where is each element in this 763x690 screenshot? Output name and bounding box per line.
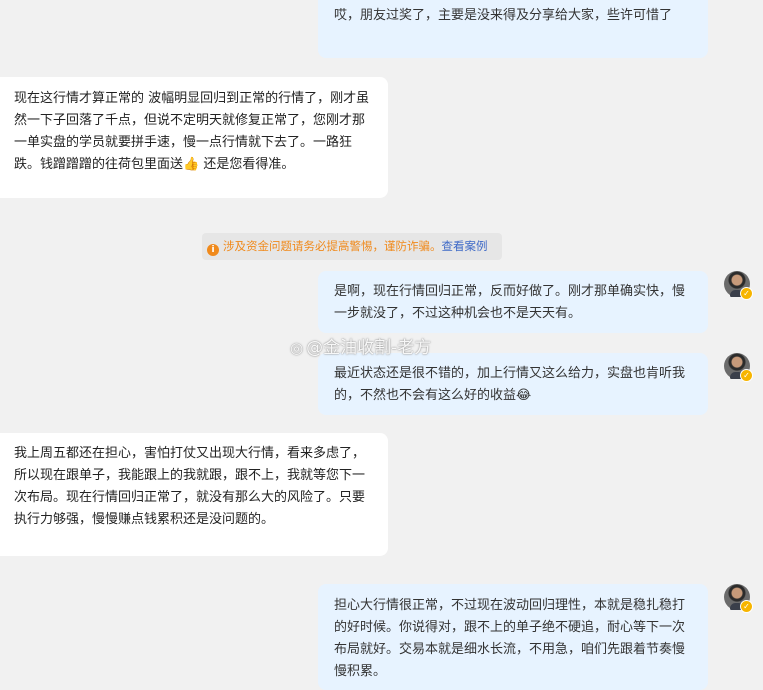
watermark-text: @金油收割-老方 [306, 338, 432, 358]
message-text: 哎，朋友过奖了，主要是没来得及分享给大家，些许可惜了 [334, 8, 673, 23]
message-text: 现在这行情才算正常的 波幅明显回归到正常的行情了，刚才虽然一下子回落了千点，但说… [14, 91, 370, 172]
message-bubble-outgoing: 担心大行情很正常，不过现在波动回归理性，本就是稳扎稳打的好时候。你说得对，跟不上… [318, 584, 708, 690]
avatar[interactable]: ✓ [724, 271, 753, 300]
weibo-icon: ◎ [290, 339, 304, 357]
message-text: 我上周五都还在担心，害怕打仗又出现大行情，看来多虑了，所以现在跟单子，我能跟上的… [14, 446, 366, 527]
message-bubble-outgoing: 哎，朋友过奖了，主要是没来得及分享给大家，些许可惜了 [318, 0, 708, 58]
message-bubble-incoming: 现在这行情才算正常的 波幅明显回归到正常的行情了，刚才虽然一下子回落了千点，但说… [0, 77, 388, 198]
verified-badge-icon: ✓ [740, 287, 753, 300]
verified-badge-icon: ✓ [740, 369, 753, 382]
message-text: 是啊，现在行情回归正常，反而好做了。刚才那单确实快，慢一步就没了，不过这种机会也… [334, 284, 686, 321]
message-bubble-outgoing: 是啊，现在行情回归正常，反而好做了。刚才那单确实快，慢一步就没了，不过这种机会也… [318, 271, 708, 333]
message-text: 最近状态还是很不错的，加上行情又这么给力，实盘也肯听我的，不然也不会有这么好的收… [334, 366, 686, 403]
info-icon: i [207, 244, 219, 256]
verified-badge-icon: ✓ [740, 600, 753, 613]
watermark: ◎ @金油收割-老方 [290, 333, 431, 358]
view-cases-link[interactable]: 查看案例 [442, 239, 488, 253]
message-bubble-outgoing: 最近状态还是很不错的，加上行情又这么给力，实盘也肯听我的，不然也不会有这么好的收… [318, 353, 708, 415]
security-notice: i 涉及资金问题请务必提高警惕，谨防诈骗。查看案例 [202, 233, 502, 260]
notice-text: 涉及资金问题请务必提高警惕，谨防诈骗。 [223, 239, 442, 253]
avatar[interactable]: ✓ [724, 584, 753, 613]
message-text: 担心大行情很正常，不过现在波动回归理性，本就是稳扎稳打的好时候。你说得对，跟不上… [334, 598, 686, 679]
avatar[interactable]: ✓ [724, 353, 753, 382]
message-bubble-incoming: 我上周五都还在担心，害怕打仗又出现大行情，看来多虑了，所以现在跟单子，我能跟上的… [0, 433, 388, 556]
